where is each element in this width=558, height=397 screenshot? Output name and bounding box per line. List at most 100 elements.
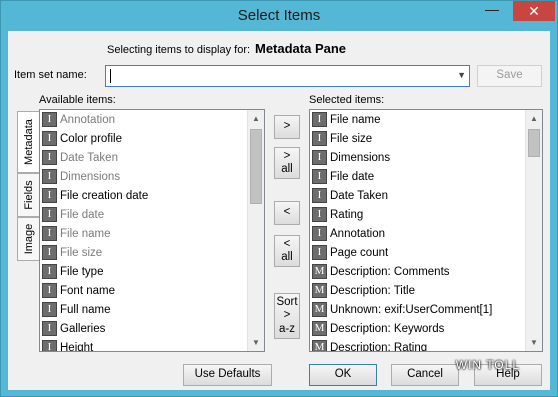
selected-scrollbar[interactable]: ▲ ▼: [525, 110, 542, 351]
list-item[interactable]: I Rating: [310, 205, 525, 224]
scroll-up-arrow-icon[interactable]: ▲: [248, 110, 264, 127]
item-set-combobox[interactable]: ▼: [105, 65, 470, 87]
list-item[interactable]: I Font name: [40, 281, 247, 300]
add-all-button[interactable]: > all: [274, 147, 300, 179]
info-tag-icon: I: [42, 112, 57, 127]
info-tag-icon: I: [312, 226, 327, 241]
list-item[interactable]: I Annotation: [40, 110, 247, 129]
list-item[interactable]: I Full name: [40, 300, 247, 319]
info-tag-icon: I: [312, 131, 327, 146]
list-item-label: Description: Title: [330, 284, 416, 297]
list-item[interactable]: I Color profile: [40, 129, 247, 148]
list-item[interactable]: I Annotation: [310, 224, 525, 243]
list-item[interactable]: I Height: [40, 338, 247, 351]
list-item[interactable]: M Description: Title: [310, 281, 525, 300]
list-item-label: File name: [330, 113, 381, 126]
list-item[interactable]: I File date: [310, 167, 525, 186]
metadata-tag-icon: M: [312, 302, 327, 317]
info-tag-icon: I: [312, 169, 327, 184]
available-items-list[interactable]: I Annotation I Color profile I Date Taken I Dim…: [39, 109, 265, 352]
info-tag-icon: I: [42, 169, 57, 184]
list-item-label: File name: [60, 227, 111, 240]
sort-a-z-button[interactable]: Sort > a-z: [274, 293, 300, 339]
dialog-window: Select Items — ✕ Selecting items to disp…: [0, 0, 558, 397]
list-item-label: Date Taken: [330, 189, 388, 202]
info-tag-icon: I: [312, 112, 327, 127]
scroll-up-arrow-icon[interactable]: ▲: [526, 110, 542, 127]
info-tag-icon: I: [42, 283, 57, 298]
list-item-label: File date: [60, 208, 105, 221]
use-defaults-button[interactable]: Use Defaults: [183, 364, 272, 386]
list-item[interactable]: I Dimensions: [310, 148, 525, 167]
list-item[interactable]: I Page count: [310, 243, 525, 262]
selecting-for-label: Selecting items to display for:: [107, 44, 251, 56]
scroll-down-arrow-icon[interactable]: ▼: [526, 334, 542, 351]
info-tag-icon: I: [42, 188, 57, 203]
remove-item-button[interactable]: <: [274, 201, 300, 225]
title-bar[interactable]: Select Items — ✕: [1, 1, 557, 31]
list-item[interactable]: M Unknown: exif:UserComment[1]: [310, 300, 525, 319]
list-item[interactable]: I File creation date: [40, 186, 247, 205]
list-item[interactable]: I File date: [40, 205, 247, 224]
selected-items-label: Selected items:: [309, 94, 385, 106]
info-tag-icon: I: [42, 321, 57, 336]
list-item[interactable]: I Date Taken: [40, 148, 247, 167]
cancel-button[interactable]: Cancel: [391, 364, 459, 386]
dialog-body: Selecting items to display for: Metadata…: [8, 31, 550, 390]
minimize-button[interactable]: —: [479, 1, 505, 21]
list-item-label: Description: Comments: [330, 265, 450, 278]
list-item-label: Annotation: [330, 227, 385, 240]
list-item-label: Full name: [60, 303, 111, 316]
list-item-label: Date Taken: [60, 151, 118, 164]
list-item-label: File size: [330, 132, 373, 145]
scroll-thumb[interactable]: [250, 129, 262, 204]
scroll-thumb[interactable]: [528, 129, 540, 157]
list-item-label: Rating: [330, 208, 364, 221]
close-button[interactable]: ✕: [513, 1, 555, 21]
target-pane-name: Metadata Pane: [255, 41, 347, 56]
list-item[interactable]: I File size: [40, 243, 247, 262]
list-item[interactable]: M Description: Keywords: [310, 319, 525, 338]
list-item-label: File type: [60, 265, 104, 278]
info-tag-icon: I: [312, 150, 327, 165]
tab-metadata[interactable]: Metadata: [17, 111, 39, 173]
list-item-label: Galleries: [60, 322, 106, 335]
chevron-down-icon[interactable]: ▼: [457, 70, 466, 80]
ok-button[interactable]: OK: [309, 364, 377, 386]
watermark-logo: WIN TOLL: [455, 358, 520, 372]
window-title: Select Items: [237, 7, 321, 24]
list-item-label: Font name: [60, 284, 115, 297]
info-tag-icon: I: [312, 245, 327, 260]
info-tag-icon: I: [42, 226, 57, 241]
list-item[interactable]: I Galleries: [40, 319, 247, 338]
item-set-label: Item set name:: [14, 69, 87, 81]
remove-all-button[interactable]: < all: [274, 235, 300, 267]
tab-image[interactable]: Image: [17, 217, 39, 261]
list-item[interactable]: I File name: [310, 110, 525, 129]
available-items-label: Available items:: [39, 94, 116, 106]
save-button[interactable]: Save: [477, 65, 542, 87]
info-tag-icon: I: [42, 131, 57, 146]
list-item[interactable]: I Date Taken: [310, 186, 525, 205]
metadata-tag-icon: M: [312, 340, 327, 351]
list-item-label: Description: Keywords: [330, 322, 445, 335]
available-scrollbar[interactable]: ▲ ▼: [247, 110, 264, 351]
add-item-button[interactable]: >: [274, 115, 300, 139]
scroll-down-arrow-icon[interactable]: ▼: [248, 334, 264, 351]
list-item[interactable]: M Description: Comments: [310, 262, 525, 281]
list-item-label: File date: [330, 170, 375, 183]
list-item-label: Page count: [330, 246, 389, 259]
info-tag-icon: I: [42, 245, 57, 260]
selected-items-list[interactable]: I File name I File size I Dimensions I File dat…: [309, 109, 543, 352]
info-tag-icon: I: [312, 207, 327, 222]
tab-fields[interactable]: Fields: [17, 173, 39, 217]
list-item-label: Dimensions: [60, 170, 121, 183]
list-item-label: File creation date: [60, 189, 149, 202]
info-tag-icon: I: [42, 264, 57, 279]
list-item[interactable]: I File name: [40, 224, 247, 243]
list-item[interactable]: I File type: [40, 262, 247, 281]
list-item[interactable]: I File size: [310, 129, 525, 148]
list-item[interactable]: M Description: Rating: [310, 338, 525, 351]
list-item[interactable]: I Dimensions: [40, 167, 247, 186]
info-tag-icon: I: [42, 340, 57, 351]
